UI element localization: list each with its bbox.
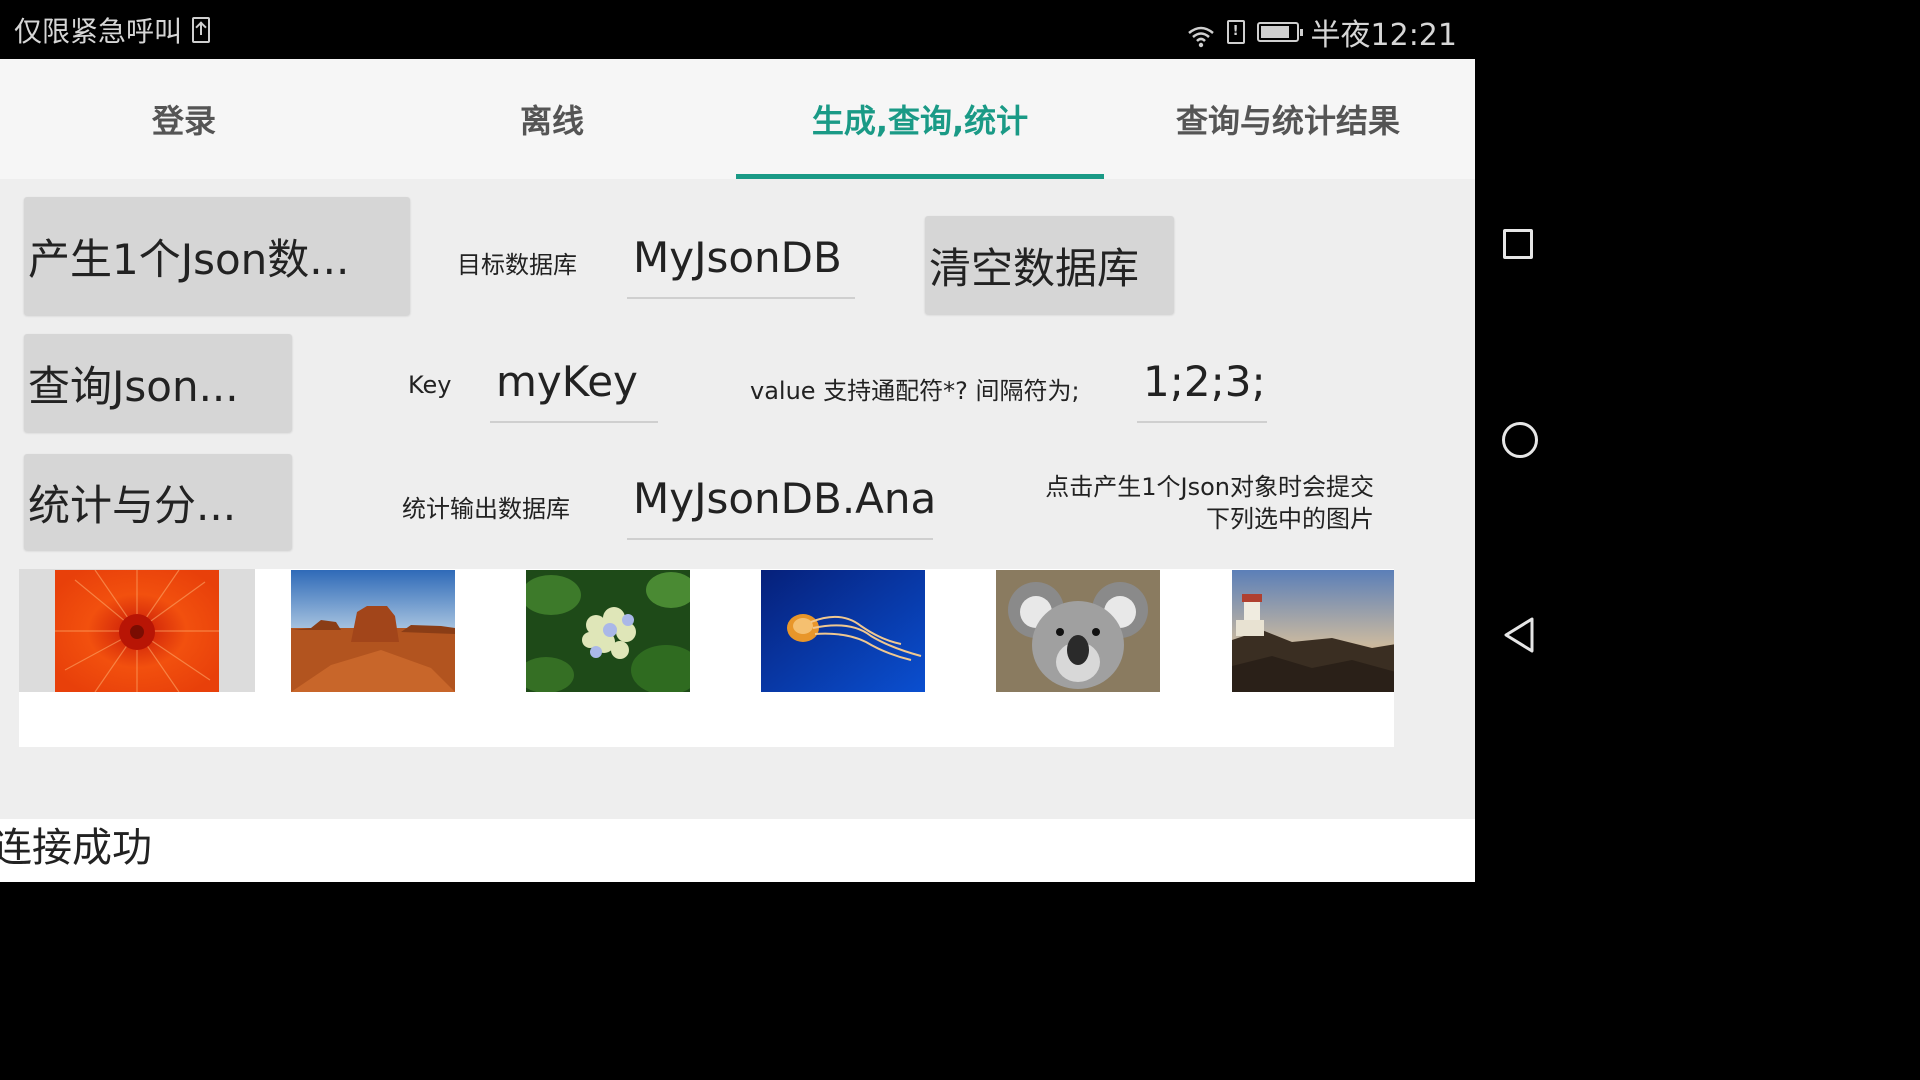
upload-icon — [192, 17, 211, 43]
system-nav-bar — [1475, 0, 1568, 882]
lighthouse-image — [1232, 570, 1394, 692]
connection-status: 连接成功 — [0, 819, 1475, 882]
koala-image — [996, 570, 1160, 692]
output-db-field[interactable]: MyJsonDB.Ana — [627, 474, 933, 540]
wifi-icon — [1187, 21, 1215, 48]
image-submit-note: 点击产生1个Json对象时会提交 下列选中的图片 — [980, 471, 1374, 535]
value-label: value 支持通配符*? 间隔符为; — [750, 377, 1080, 405]
tab-offline[interactable]: 离线 — [368, 59, 736, 179]
home-circle-icon[interactable] — [1500, 420, 1540, 460]
jellyfish-image — [761, 570, 925, 692]
tab-results[interactable]: 查询与统计结果 — [1104, 59, 1472, 179]
key-label: Key — [408, 371, 452, 399]
key-field[interactable]: myKey — [490, 357, 658, 423]
back-triangle-icon[interactable] — [1500, 615, 1540, 655]
battery-icon — [1256, 22, 1303, 42]
hydrangeas-image — [526, 570, 690, 692]
carrier-text: 仅限紧急呼叫 — [14, 15, 183, 48]
status-left: 仅限紧急呼叫 — [14, 10, 211, 50]
clock: 半夜12:21 — [1310, 18, 1457, 53]
value-field[interactable]: 1;2;3;1 — [1137, 357, 1267, 423]
statistics-button[interactable]: 统计与分... — [24, 454, 292, 550]
sim-alert-icon: ! — [1226, 20, 1245, 44]
recents-square-icon[interactable] — [1500, 226, 1540, 266]
gallery-item-koala[interactable] — [960, 569, 1196, 692]
battery-level — [1260, 26, 1290, 38]
tab-bar: 登录 离线 生成,查询,统计 查询与统计结果 — [0, 59, 1475, 179]
gallery-item-jellyfish[interactable] — [725, 569, 961, 692]
main-content: 产生1个Json数... 目标数据库 MyJsonDB 清空数据库 查询Json… — [0, 179, 1475, 819]
target-db-label: 目标数据库 — [457, 251, 577, 279]
tab-generate-query-stats[interactable]: 生成,查询,统计 — [736, 59, 1104, 179]
gallery-item-chrysanthemum[interactable] — [19, 569, 255, 692]
tab-login[interactable]: 登录 — [0, 59, 368, 179]
note-line-1: 点击产生1个Json对象时会提交 — [1045, 473, 1374, 501]
image-gallery — [19, 569, 1394, 747]
note-line-2: 下列选中的图片 — [1206, 505, 1374, 533]
app-window: 登录 离线 生成,查询,统计 查询与统计结果 产生1个Json数... 目标数据… — [0, 59, 1475, 882]
target-db-field[interactable]: MyJsonDB — [627, 233, 855, 299]
status-bar: 仅限紧急呼叫 ! 半夜12:21 — [0, 0, 1475, 59]
status-right: ! 半夜12:21 — [1187, 10, 1457, 54]
chrysanthemum-image — [55, 570, 219, 692]
gallery-item-lighthouse[interactable] — [1195, 569, 1431, 692]
gallery-item-hydrangeas[interactable] — [490, 569, 726, 692]
clear-database-button[interactable]: 清空数据库 — [925, 216, 1174, 314]
query-json-button[interactable]: 查询Json... — [24, 334, 292, 432]
generate-json-button[interactable]: 产生1个Json数... — [24, 197, 410, 315]
output-db-label: 统计输出数据库 — [402, 495, 570, 523]
gallery-item-desert[interactable] — [255, 569, 491, 692]
desert-image — [291, 570, 455, 692]
